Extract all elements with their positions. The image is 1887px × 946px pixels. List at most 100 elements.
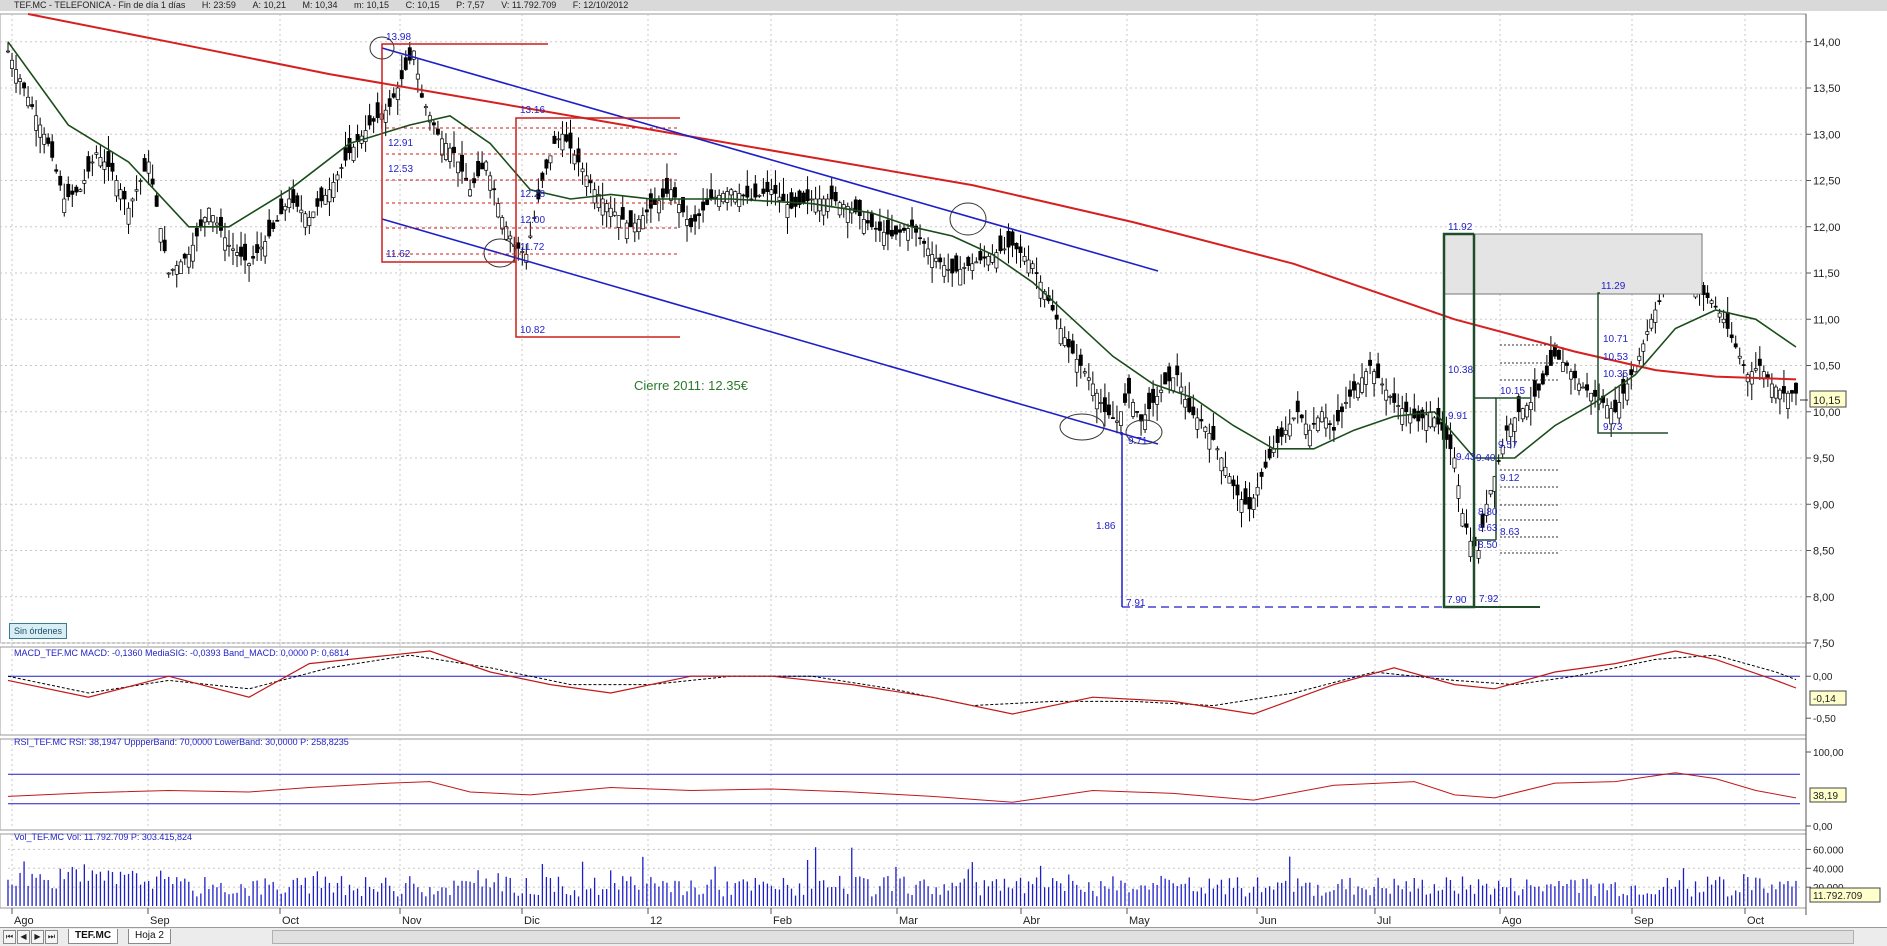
candle-body xyxy=(1520,408,1525,420)
candle-body xyxy=(134,189,139,192)
candle-body xyxy=(375,102,380,118)
candle-body xyxy=(1364,371,1369,385)
candle-body xyxy=(247,263,252,267)
candle-body xyxy=(1147,392,1152,410)
price-tick-label: 9,00 xyxy=(1813,499,1834,511)
candle-body xyxy=(403,57,408,70)
candle-body xyxy=(1066,338,1071,348)
price-tick-label: 12,50 xyxy=(1813,176,1841,188)
candle-body xyxy=(540,172,545,181)
last-sheet-button[interactable]: ⏭ xyxy=(45,930,58,944)
candle-body xyxy=(1524,405,1529,418)
green-level-label: 9.40 xyxy=(1476,453,1496,464)
candle-body xyxy=(331,182,336,198)
tab-tef-mc[interactable]: TEF.MC xyxy=(68,929,119,944)
candle-body xyxy=(1388,395,1393,398)
candle-body xyxy=(757,194,762,197)
candle-body xyxy=(460,154,464,172)
prev-sheet-button[interactable]: ◀ xyxy=(17,930,30,944)
volume-tick-label: 40.000 xyxy=(1813,864,1844,875)
current-price-label: 10,15 xyxy=(1813,395,1841,407)
candle-body xyxy=(765,181,770,192)
candle-body xyxy=(1062,337,1067,346)
candle-body xyxy=(632,222,637,233)
candle-body xyxy=(435,128,440,135)
candle-body xyxy=(986,256,991,266)
candle-body xyxy=(223,237,227,251)
candle-body xyxy=(1127,377,1131,394)
horizontal-scrollbar[interactable] xyxy=(272,930,1854,944)
candle-body xyxy=(1102,397,1107,413)
candle-body xyxy=(1536,383,1541,391)
candle-body xyxy=(504,226,509,240)
candle-body xyxy=(1070,340,1075,354)
candle-body xyxy=(1721,318,1726,324)
candle-body xyxy=(922,240,927,244)
candle-body xyxy=(1151,388,1156,403)
candle-body xyxy=(1790,390,1794,394)
candle-body xyxy=(206,207,211,223)
candle-body xyxy=(1311,422,1316,425)
candle-body xyxy=(142,158,147,172)
candle-body xyxy=(1577,383,1581,391)
candle-body xyxy=(789,192,794,209)
candle-body xyxy=(1022,256,1027,262)
tab-hoja-2[interactable]: Hoja 2 xyxy=(128,929,171,944)
candle-body xyxy=(946,268,951,271)
candle-body xyxy=(753,183,758,198)
candle-body xyxy=(279,198,284,215)
green-level-label: 11.29 xyxy=(1601,281,1626,292)
candle-body xyxy=(214,222,219,226)
candle-body xyxy=(785,204,790,218)
candle-body xyxy=(1283,429,1288,435)
candle-body xyxy=(1741,364,1746,366)
x-tick-label: Dic xyxy=(524,915,540,927)
red-level-label-mid: 11.72 xyxy=(520,242,545,253)
candle-body xyxy=(1094,392,1099,410)
candle-body xyxy=(1625,383,1630,401)
candle-body xyxy=(255,244,260,253)
candle-body xyxy=(186,254,191,268)
candle-body xyxy=(162,239,167,252)
stock-chart[interactable]: Ago Sep Oct Nov Dic 12 Feb Mar Abr May Jun Jul Ago Se… xyxy=(0,0,1887,927)
candle-body xyxy=(444,143,448,160)
candle-body xyxy=(974,261,979,264)
candle-body xyxy=(311,211,316,218)
red-level-label: 13.98 xyxy=(386,32,411,43)
candle-body xyxy=(918,237,923,240)
candle-body xyxy=(1143,414,1148,430)
candle-body xyxy=(1267,448,1272,459)
candle-body xyxy=(1765,374,1770,379)
price-tick-label: 7,50 xyxy=(1813,638,1834,650)
candle-body xyxy=(231,248,235,251)
candle-body xyxy=(476,160,481,177)
x-tick-label: Mar xyxy=(899,915,918,927)
orders-badge[interactable]: Sin órdenes xyxy=(9,623,68,639)
candle-body xyxy=(761,188,766,194)
x-tick-label: May xyxy=(1129,915,1150,927)
candle-body xyxy=(1424,414,1429,431)
candle-body xyxy=(1488,490,1493,495)
panel-frame xyxy=(0,738,1807,831)
candle-body xyxy=(303,213,308,228)
candle-body xyxy=(1163,372,1168,385)
first-sheet-button[interactable]: ⏮ xyxy=(3,930,16,944)
candle-body xyxy=(1356,383,1360,399)
candle-body xyxy=(1432,417,1437,428)
candle-body xyxy=(194,227,199,237)
candle-body xyxy=(1613,399,1618,413)
candle-body xyxy=(1384,389,1389,401)
blue-level-label: 1.86 xyxy=(1096,521,1116,532)
candle-body xyxy=(689,217,693,228)
candle-body xyxy=(889,229,894,237)
candle-body xyxy=(1416,410,1421,422)
candle-body xyxy=(1215,448,1220,451)
candle-body xyxy=(22,82,27,89)
candle-body xyxy=(1637,355,1642,361)
candle-body xyxy=(387,98,392,107)
next-sheet-button[interactable]: ▶ xyxy=(31,930,44,944)
candle-body xyxy=(528,235,533,238)
candle-body xyxy=(407,47,412,61)
candle-body xyxy=(1243,488,1248,505)
candle-body xyxy=(1344,402,1348,404)
